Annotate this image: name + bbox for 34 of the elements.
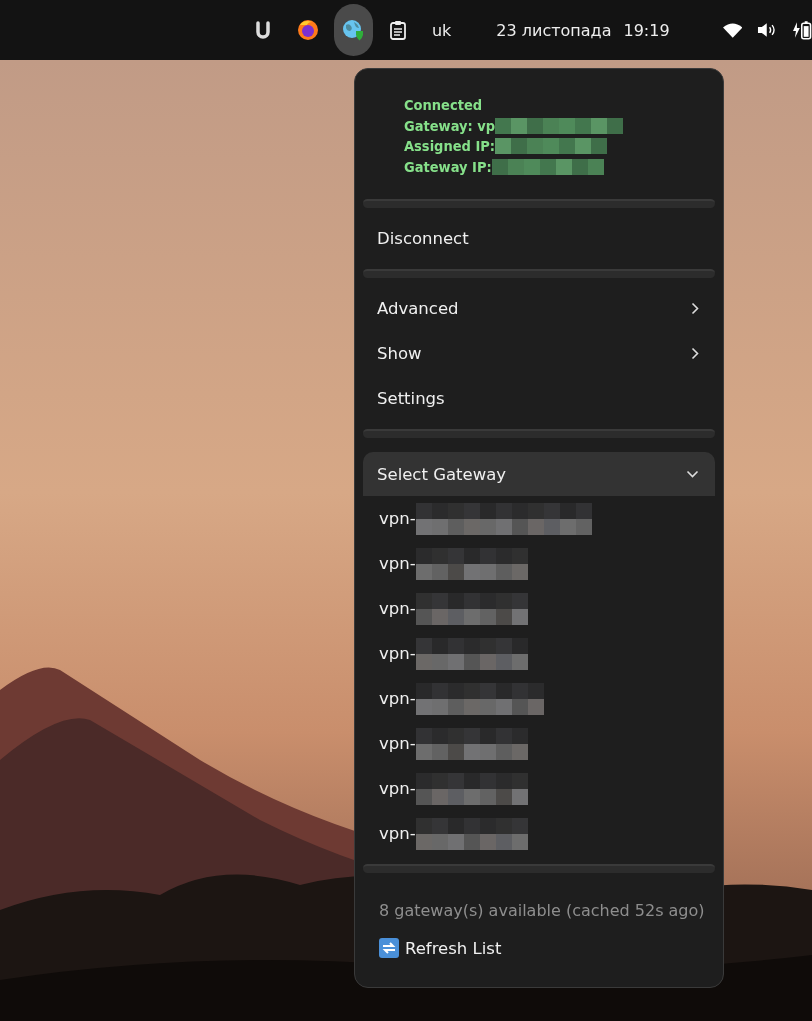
- menu-item[interactable]: Disconnect: [363, 216, 715, 261]
- menu-item[interactable]: Advanced: [363, 286, 715, 331]
- gateway-item[interactable]: vpn-: [363, 766, 715, 811]
- gateway-dropdown-header[interactable]: Select Gateway: [363, 452, 715, 496]
- clock-label[interactable]: 19:19: [623, 20, 670, 40]
- status-text: Assigned IP:: [404, 138, 496, 155]
- keyboard-layout[interactable]: uk: [431, 20, 452, 40]
- gateway-item[interactable]: vpn-: [363, 586, 715, 631]
- gateway-item[interactable]: vpn-: [363, 496, 715, 541]
- menu-item[interactable]: Settings: [363, 376, 715, 421]
- gateway-item[interactable]: vpn-: [363, 811, 715, 856]
- battery-charging-icon[interactable]: [792, 20, 812, 40]
- chevron-down-icon: [686, 470, 699, 478]
- globe-shield-icon: [342, 19, 365, 41]
- status-text: Gateway IP:: [404, 158, 492, 175]
- gateway-item[interactable]: vpn-: [363, 721, 715, 766]
- refresh-icon: [379, 938, 399, 958]
- browser-icon: [297, 19, 320, 41]
- menu-item[interactable]: Show: [363, 331, 715, 376]
- gateway-item[interactable]: vpn-: [363, 631, 715, 676]
- gateway-summary: 8 gateway(s) available (cached 52s ago): [378, 900, 706, 920]
- volume-icon[interactable]: [757, 22, 777, 38]
- gateway-item[interactable]: vpn-: [363, 676, 715, 721]
- status-text: Gateway: vp: [404, 117, 496, 134]
- date-label[interactable]: 23 листопада: [496, 20, 612, 40]
- gateway-item[interactable]: vpn-: [363, 541, 715, 586]
- clipboard-icon: [389, 20, 408, 40]
- chevron-right-icon: [691, 302, 699, 315]
- refresh-list-item[interactable]: Refresh List: [379, 938, 502, 958]
- status-text: Connected: [404, 97, 483, 114]
- wifi-icon[interactable]: [722, 22, 743, 38]
- tray-button[interactable]: [333, 4, 373, 56]
- chevron-right-icon: [691, 347, 699, 360]
- j-logo-icon: [255, 21, 272, 39]
